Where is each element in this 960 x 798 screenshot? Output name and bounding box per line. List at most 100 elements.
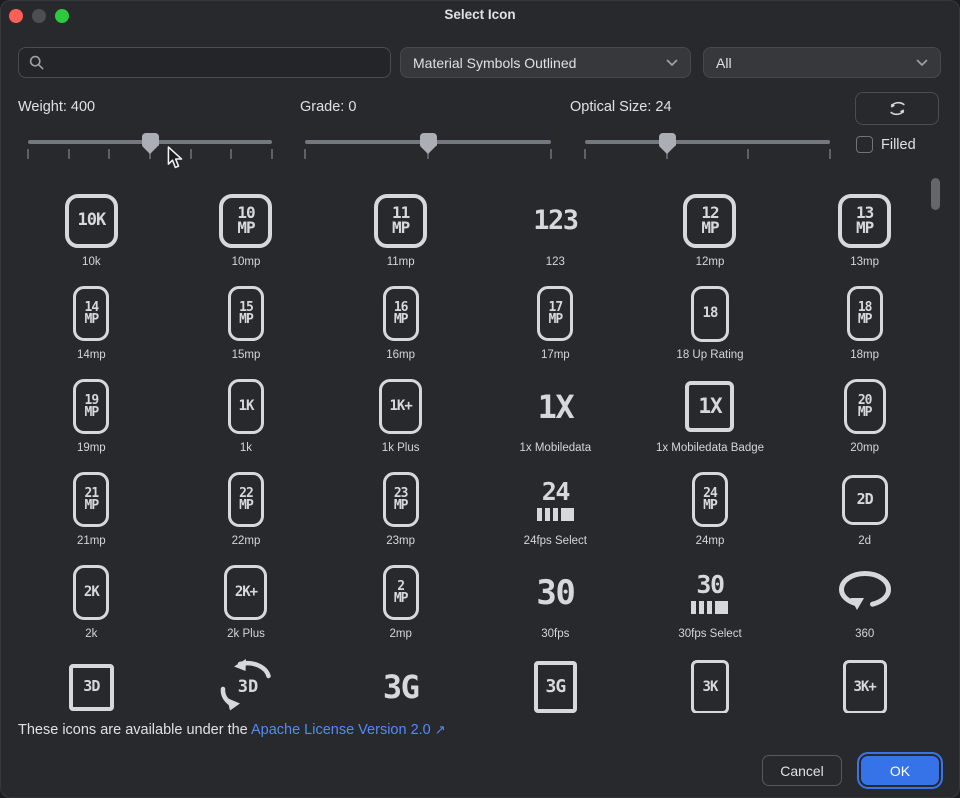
2k-plus-icon: 2K+	[224, 565, 267, 620]
titlebar: Select Icon	[0, 0, 960, 32]
icon-grid-item-label: 23mp	[386, 535, 415, 547]
icon-grid-item-3d[interactable]: 3D	[14, 640, 169, 713]
icon-grid-item-10mp[interactable]: 10MP 10mp	[169, 175, 324, 268]
1x-mobiledata-icon: 1X	[538, 391, 574, 423]
icon-grid-item-2k[interactable]: 2K 2k	[14, 547, 169, 640]
cancel-button[interactable]: Cancel	[762, 755, 842, 786]
icon-grid-item-2d[interactable]: 2D 2d	[787, 454, 942, 547]
icon-grid-item-1x-mobiledata[interactable]: 1X 1x Mobiledata	[478, 361, 633, 454]
2d-icon: 2D	[842, 475, 888, 525]
icon-grid-item-123[interactable]: 123123	[478, 175, 633, 268]
3d-rotation-icon: 3D	[219, 658, 273, 714]
icon-grid-item-21mp[interactable]: 21MP 21mp	[14, 454, 169, 547]
3d-icon: 3D	[69, 664, 114, 711]
21mp-icon: 21MP	[73, 472, 109, 527]
1k-icon: 1K	[228, 379, 264, 434]
optical-size-slider[interactable]	[585, 140, 830, 144]
icon-grid-item-10k[interactable]: 10K10k	[14, 175, 169, 268]
icon-grid-item-16mp[interactable]: 16MP16mp	[323, 268, 478, 361]
icon-grid-item-label: 14mp	[77, 349, 106, 361]
16mp-icon: 16MP	[383, 286, 419, 341]
icon-grid-item-20mp[interactable]: 20MP20mp	[787, 361, 942, 454]
icon-grid-item-14mp[interactable]: 14MP14mp	[14, 268, 169, 361]
icon-grid-item-1x-mobiledata-badge[interactable]: 1X1x Mobiledata Badge	[633, 361, 788, 454]
icon-grid-item-label: 1k	[240, 442, 252, 454]
scrollbar-thumb[interactable]	[931, 178, 940, 210]
icon-grid-item-label: 1k Plus	[382, 442, 420, 454]
icon-grid-item-17mp[interactable]: 17MP17mp	[478, 268, 633, 361]
filled-toggle-row: Filled	[856, 136, 916, 153]
10mp-icon: 10MP	[219, 194, 272, 248]
icon-grid-item-label: 10mp	[232, 256, 261, 268]
icon-grid-item-24mp[interactable]: 24MP24mp	[633, 454, 788, 547]
refresh-icon	[888, 100, 907, 117]
chevron-down-icon	[916, 59, 928, 67]
icon-grid-item-18mp[interactable]: 18MP18mp	[787, 268, 942, 361]
icon-grid-item-18-up-rating[interactable]: 1818 Up Rating	[633, 268, 788, 361]
icon-grid-item-30fps[interactable]: 30 30fps	[478, 547, 633, 640]
grade-tick	[304, 149, 306, 159]
360-icon	[839, 568, 891, 617]
font-family-dropdown[interactable]: Material Symbols Outlined	[400, 47, 691, 78]
icon-grid-item-11mp[interactable]: 11MP11mp	[323, 175, 478, 268]
icon-grid-item-3g-mobiledata-badge[interactable]: 3G	[478, 640, 633, 713]
icon-search-field[interactable]	[18, 47, 391, 78]
category-dropdown[interactable]: All	[703, 47, 941, 78]
icon-grid-item-23mp[interactable]: 23MP23mp	[323, 454, 478, 547]
window-title: Select Icon	[0, 7, 960, 22]
icon-grid-item-19mp[interactable]: 19MP19mp	[14, 361, 169, 454]
30fps-icon: 30	[536, 576, 574, 610]
weight-tick	[230, 149, 232, 159]
24fps-select-icon: 24	[537, 479, 574, 521]
icon-grid-item-1k-plus[interactable]: 1K+ 1k Plus	[323, 361, 478, 454]
icon-grid-item-label: 15mp	[232, 349, 261, 361]
apache-license-link[interactable]: Apache License Version 2.0	[251, 722, 431, 738]
optical-slider-thumb[interactable]	[659, 133, 676, 154]
icon-grid-item-label: 18 Up Rating	[676, 349, 743, 361]
icon-grid-item-3k-plus[interactable]: 3K+	[787, 640, 942, 713]
icon-grid-item-1k[interactable]: 1K 1k	[169, 361, 324, 454]
license-text: These icons are available under the	[18, 722, 251, 738]
icon-grid-item-13mp[interactable]: 13MP13mp	[787, 175, 942, 268]
filled-checkbox[interactable]	[856, 136, 873, 153]
3k-icon: 3K	[691, 660, 729, 713]
icon-grid-item-label: 22mp	[232, 535, 261, 547]
icon-grid-item-22mp[interactable]: 22MP22mp	[169, 454, 324, 547]
svg-text:3D: 3D	[238, 677, 258, 697]
12mp-icon: 12MP	[683, 194, 736, 248]
icon-grid-item-label: 24fps Select	[524, 535, 587, 547]
weight-tick	[190, 149, 192, 159]
icon-grid-item-label: 13mp	[850, 256, 879, 268]
search-icon	[29, 55, 44, 70]
icon-grid-item-30fps-select[interactable]: 3030fps Select	[633, 547, 788, 640]
icon-grid-item-label: 30fps	[541, 628, 569, 640]
filled-checkbox-label: Filled	[881, 137, 916, 153]
2mp-icon: 2MP	[383, 565, 419, 620]
icon-grid-item-3d-rotation[interactable]: 3D	[169, 640, 324, 713]
icon-grid-item-12mp[interactable]: 12MP12mp	[633, 175, 788, 268]
icon-grid-item-label: 2k	[85, 628, 97, 640]
icon-grid-item-label: 1x Mobiledata	[520, 442, 592, 454]
1k-plus-icon: 1K+	[379, 379, 422, 434]
weight-tick	[108, 149, 110, 159]
search-input[interactable]	[52, 55, 390, 71]
icon-grid-item-label: 2d	[858, 535, 871, 547]
reset-axes-button[interactable]	[855, 92, 939, 125]
grade-slider-thumb[interactable]	[420, 133, 437, 154]
optical-tick	[584, 149, 586, 159]
18mp-icon: 18MP	[847, 286, 883, 341]
icon-grid-item-2k-plus[interactable]: 2K+2k Plus	[169, 547, 324, 640]
icon-grid-item-3k[interactable]: 3K	[633, 640, 788, 713]
icon-grid-item-label: 123	[546, 256, 565, 268]
icon-grid-item-2mp[interactable]: 2MP 2mp	[323, 547, 478, 640]
icon-grid-item-label: 2mp	[389, 628, 411, 640]
weight-slider-thumb[interactable]	[142, 133, 159, 154]
ok-button[interactable]: OK	[861, 756, 939, 785]
icon-grid-item-24fps-select[interactable]: 24 24fps Select	[478, 454, 633, 547]
17mp-icon: 17MP	[537, 286, 573, 341]
2k-icon: 2K	[73, 565, 109, 620]
icon-grid-item-3g-mobiledata[interactable]: 3G	[323, 640, 478, 713]
icon-grid-item-360[interactable]: 360	[787, 547, 942, 640]
icon-grid-item-15mp[interactable]: 15MP15mp	[169, 268, 324, 361]
icon-grid-item-label: 21mp	[77, 535, 106, 547]
